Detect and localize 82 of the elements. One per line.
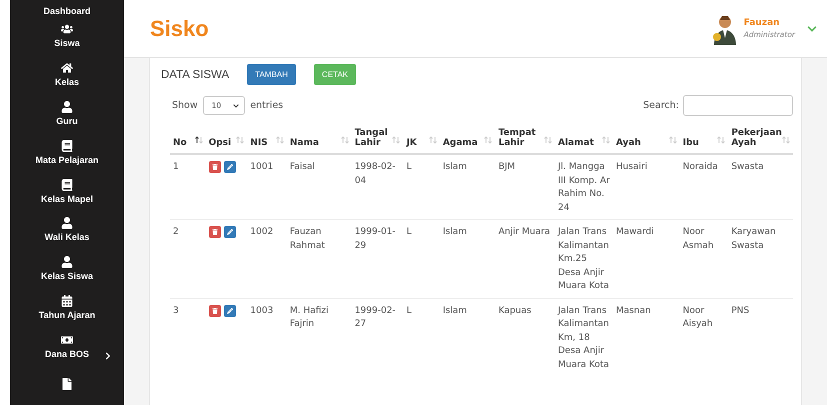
- column-header[interactable]: Agama: [440, 124, 496, 154]
- banknote-icon: [61, 334, 73, 346]
- edit-icon[interactable]: [224, 304, 236, 316]
- table-cell: Husairi: [612, 154, 680, 220]
- table-cell: 1998-02-04: [352, 154, 404, 220]
- table-cell: Swasta: [728, 154, 793, 220]
- entries-label: entries: [250, 100, 284, 111]
- column-header[interactable]: Tempat Lahir: [495, 124, 555, 154]
- column-header[interactable]: Ibu: [680, 124, 728, 154]
- search-label: Search:: [643, 100, 679, 111]
- table-cell: 1999-02-27: [352, 298, 404, 376]
- table-cell: 1: [170, 154, 206, 220]
- table-cell: Noor Asmah: [680, 220, 728, 298]
- table-cell: Jalan Trans Kalimantan Km, 18 Desa Anjir Muara Kota: [555, 298, 613, 376]
- table-cell: L: [403, 220, 440, 298]
- sidebar-item[interactable]: Dashboard: [10, 0, 124, 16]
- calendar-icon: [61, 295, 73, 308]
- person-icon: [61, 100, 73, 113]
- book-icon: [61, 140, 73, 152]
- action-button[interactable]: TAMBAH: [247, 64, 296, 85]
- table-cell: BJM: [495, 154, 555, 220]
- table-cell: M. Hafizi Fajrin: [286, 298, 352, 376]
- column-header[interactable]: Pekerjaan Ayah: [728, 124, 793, 154]
- panel-title: DATA SISWA: [161, 68, 230, 80]
- sidebar-item[interactable]: Kelas Siswa: [10, 249, 124, 288]
- table-cell: Jl. Mangga III Komp. Ar Rahim No. 24: [555, 154, 613, 220]
- column-header[interactable]: JK: [403, 124, 440, 154]
- delete-icon[interactable]: [208, 161, 221, 173]
- table-cell: Masnan: [612, 298, 680, 376]
- sidebar-item[interactable]: Kelas Mapel: [10, 172, 124, 210]
- column-header[interactable]: Nama: [286, 124, 352, 154]
- table-cell: L: [403, 154, 440, 220]
- person-icon: [61, 256, 73, 268]
- sidebar-item[interactable]: Tahun Ajaran: [10, 288, 124, 328]
- column-header[interactable]: Opsi: [206, 124, 248, 154]
- column-header[interactable]: Alamat: [555, 124, 613, 154]
- sidebar-item[interactable]: Wali Kelas: [10, 210, 124, 250]
- table-cell: Islam: [440, 154, 496, 220]
- search-field[interactable]: [683, 95, 793, 116]
- table-cell: 1003: [247, 298, 287, 376]
- brand-title: Sisko: [150, 16, 209, 42]
- sidebar-item[interactable]: Kelas: [10, 54, 124, 94]
- table-cell: Faisal: [286, 154, 352, 220]
- table-cell: Islam: [440, 298, 496, 376]
- chevron-down-icon[interactable]: [807, 24, 817, 34]
- table-cell: 1002: [247, 220, 287, 298]
- table-cell: Noraida: [680, 154, 728, 220]
- table-cell: Karyawan Swasta: [728, 220, 793, 298]
- table-cell: 3: [170, 298, 206, 376]
- table-cell: Kapuas: [495, 298, 555, 376]
- users-icon: [61, 22, 73, 35]
- column-header[interactable]: No: [170, 124, 206, 154]
- table-cell: Anjir Muara: [495, 220, 555, 298]
- sidebar-item[interactable]: Guru: [10, 94, 124, 133]
- table-cell: PNS: [728, 298, 793, 376]
- table-cell: Islam: [440, 220, 496, 298]
- column-header[interactable]: Ayah: [612, 124, 680, 154]
- table-cell: 1001: [247, 154, 287, 220]
- delete-icon[interactable]: [208, 226, 221, 238]
- user-name: Fauzan: [744, 18, 781, 28]
- person-icon: [61, 217, 73, 230]
- house-icon: [61, 62, 73, 74]
- sidebar-item[interactable]: Mata Pelajaran: [10, 132, 124, 172]
- sidebar-item[interactable]: Dana BOS: [10, 327, 124, 366]
- file-icon: [61, 378, 73, 390]
- table-cell: 2: [170, 220, 206, 298]
- chevron-down-icon: [233, 102, 240, 108]
- delete-icon[interactable]: [208, 304, 221, 316]
- show-label: Show: [172, 100, 198, 111]
- table-cell: Mawardi: [612, 220, 680, 298]
- edit-icon[interactable]: [224, 161, 236, 173]
- chevron-icon: [104, 352, 112, 360]
- table-cell: 1999-01-29: [352, 220, 404, 298]
- table-cell: Jalan Trans Kalimantan Km.25 Desa Anjir Muara Kota: [555, 220, 613, 298]
- table-cell: Fauzan Rahmat: [286, 220, 352, 298]
- column-header[interactable]: Tangal Lahir: [352, 124, 404, 154]
- edit-icon[interactable]: [224, 226, 236, 238]
- table-cell: Noor Aisyah: [680, 298, 728, 376]
- book-icon: [61, 178, 73, 191]
- table-cell: L: [403, 298, 440, 376]
- column-header[interactable]: NIS: [247, 124, 287, 154]
- sidebar-item[interactable]: Siswa: [10, 16, 124, 55]
